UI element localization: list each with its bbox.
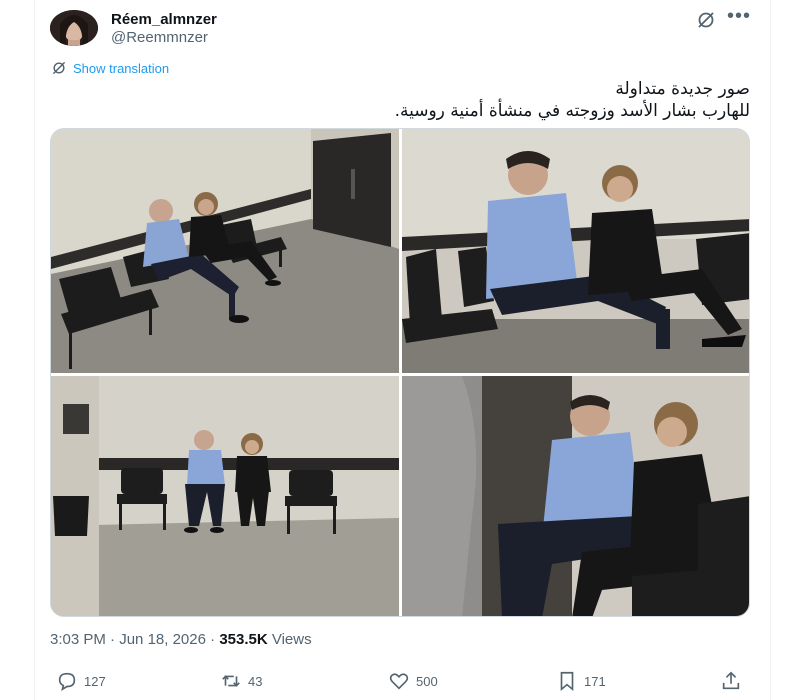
- author-display-name[interactable]: Réem_almnzer: [111, 11, 217, 28]
- views-label: Views: [267, 631, 312, 648]
- tweet-meta: 3:03 PM · Jun 18, 2026 · 353.5K Views: [50, 631, 312, 648]
- media-photo-1[interactable]: [51, 129, 399, 373]
- reply-button[interactable]: 127: [56, 670, 106, 692]
- show-translation-label[interactable]: Show translation: [73, 61, 169, 76]
- author-handle[interactable]: @Reemmnzer: [111, 29, 208, 46]
- media-photo-3[interactable]: [51, 376, 399, 616]
- share-button[interactable]: [720, 670, 742, 692]
- share-icon: [722, 671, 740, 690]
- like-button[interactable]: 500: [388, 670, 438, 692]
- show-translation-link[interactable]: Show translation: [51, 60, 169, 76]
- meta-separator-2: ·: [205, 631, 220, 648]
- repost-button[interactable]: 43: [220, 670, 262, 692]
- action-bar: 127 43 500 171: [50, 670, 750, 698]
- tweet-date[interactable]: Jun 18, 2026: [119, 631, 206, 648]
- heart-icon: [389, 673, 409, 690]
- more-options-icon[interactable]: •••: [727, 6, 751, 29]
- bookmark-icon: [560, 671, 574, 692]
- media-photo-2[interactable]: [402, 129, 749, 373]
- grok-icon[interactable]: [696, 10, 716, 30]
- bookmark-button[interactable]: 171: [556, 670, 606, 692]
- like-count: 500: [416, 673, 438, 689]
- meta-separator-1: ·: [105, 631, 120, 648]
- repost-icon: [222, 675, 240, 687]
- tweet-text-line-2: للهارب بشار الأسد وزوجته في منشأة أمنية …: [394, 101, 750, 121]
- views-count: 353.5K: [219, 631, 268, 648]
- reply-icon: [58, 672, 76, 691]
- media-photo-4[interactable]: [402, 376, 749, 616]
- tweet-text: صور جديدة متداولة للهارب بشار الأسد وزوج…: [90, 78, 750, 122]
- bookmark-count: 171: [584, 673, 606, 689]
- reply-count: 127: [84, 673, 106, 689]
- translate-icon: [52, 61, 66, 75]
- media-grid: [50, 128, 750, 617]
- avatar[interactable]: [50, 10, 98, 46]
- repost-count: 43: [248, 673, 263, 689]
- tweet-text-line-1: صور جديدة متداولة: [615, 79, 750, 99]
- tweet-time[interactable]: 3:03 PM: [50, 631, 106, 648]
